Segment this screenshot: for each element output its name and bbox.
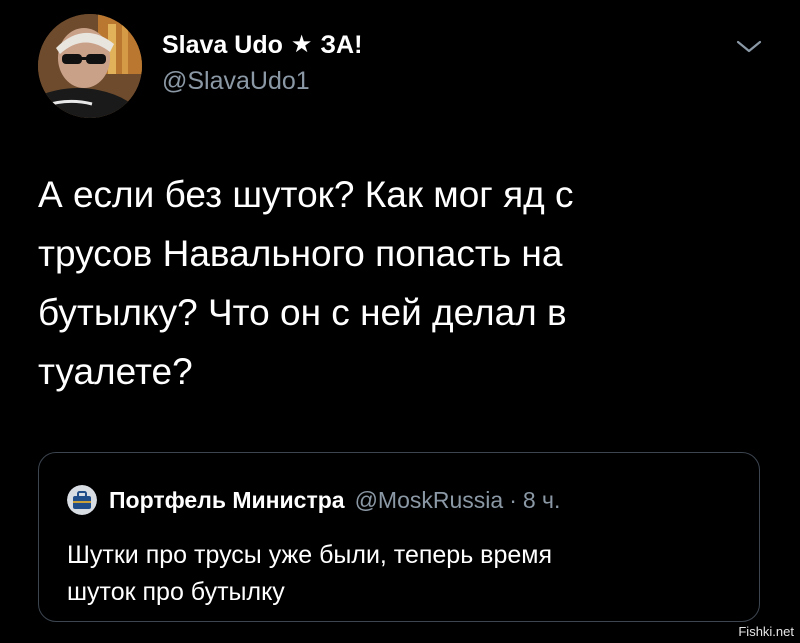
quoted-tweet-header: Портфель Министра @MoskRussia · 8 ч. xyxy=(67,485,560,515)
author-name: Slava Udo xyxy=(162,31,283,59)
author-handle[interactable]: @SlavaUdo1 xyxy=(162,66,362,96)
quoted-author-name[interactable]: Портфель Министра xyxy=(109,487,345,514)
quoted-author-handle[interactable]: @MoskRussia xyxy=(355,487,504,514)
portfolio-logo-icon xyxy=(67,485,97,515)
quoted-tweet-text: Шутки про трусы уже были, теперь время ш… xyxy=(67,541,552,606)
star-icon: ★ xyxy=(290,31,313,58)
avatar-image xyxy=(38,14,142,118)
quoted-timestamp[interactable]: 8 ч. xyxy=(523,487,561,514)
tweet-text: А если без шуток? Как мог яд с трусов На… xyxy=(38,174,574,392)
watermark: Fishki.net xyxy=(738,624,794,639)
chevron-down-icon[interactable] xyxy=(734,36,764,56)
author-avatar[interactable] xyxy=(38,14,142,118)
separator-dot: · xyxy=(509,486,517,513)
quoted-author-avatar[interactable] xyxy=(67,485,97,515)
quoted-tweet[interactable]: Портфель Министра @MoskRussia · 8 ч. Шут… xyxy=(38,452,760,622)
author-name-suffix: ЗА! xyxy=(320,31,363,59)
tweet-author[interactable]: Slava Udo ★ ЗА! @SlavaUdo1 xyxy=(162,30,362,96)
author-display-name[interactable]: Slava Udo ★ ЗА! xyxy=(162,30,362,60)
